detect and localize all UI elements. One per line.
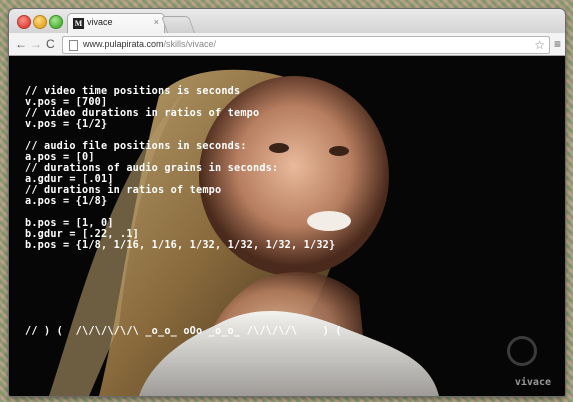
star-icon[interactable]: ☆: [534, 37, 545, 53]
code-line: b.gdur = [.22, .1]: [25, 229, 140, 240]
browser-toolbar: ← → C www.pulapirata.com/skills/vivace/ …: [9, 33, 565, 56]
code-line: a.pos = {1/8}: [25, 196, 108, 207]
url-text[interactable]: www.pulapirata.com/skills/vivace/: [83, 39, 216, 49]
code-line: b.pos = [1, 0]: [25, 218, 114, 229]
reload-icon[interactable]: C: [46, 36, 55, 52]
minimize-window-button[interactable]: [33, 15, 47, 29]
arrow-right-icon[interactable]: →: [30, 36, 42, 52]
hamburger-menu-icon[interactable]: ≡: [554, 36, 561, 52]
tab-vivace[interactable]: M vivace ×: [67, 13, 165, 34]
address-bar[interactable]: www.pulapirata.com/skills/vivace/ ☆: [62, 36, 550, 54]
new-tab-button[interactable]: [160, 16, 196, 33]
tab-close-icon[interactable]: ×: [154, 17, 159, 27]
code-line: // audio file positions in seconds:: [25, 141, 247, 152]
code-line: v.pos = [700]: [25, 97, 108, 108]
maximize-window-button[interactable]: [49, 15, 63, 29]
ascii-art-line: // ) ( /\/\/\/\/\ _o_o_ oOo _o_o_ /\/\/\…: [25, 326, 342, 337]
code-line: v.pos = {1/2}: [25, 119, 108, 130]
browser-window: M vivace × ← → C www.pulapirata.com/skil…: [9, 9, 565, 396]
code-line: b.pos = {1/8, 1/16, 1/16, 1/32, 1/32, 1/…: [25, 240, 336, 251]
favicon-icon: M: [73, 18, 84, 29]
close-window-button[interactable]: [17, 15, 31, 29]
tab-title: vivace: [87, 17, 113, 27]
url-host: www.pulapirata.com: [83, 39, 164, 49]
code-line: // video time positions is seconds: [25, 86, 241, 97]
code-line: a.gdur = [.01]: [25, 174, 114, 185]
title-bar: M vivace ×: [9, 9, 565, 34]
code-line: // durations of audio grains in seconds:: [25, 163, 279, 174]
video-viewport: // video time positions is seconds v.pos…: [9, 56, 565, 396]
code-line: a.pos = [0]: [25, 152, 95, 163]
code-line: // durations in ratios of tempo: [25, 185, 222, 196]
tv-logo-icon: [507, 336, 537, 366]
url-path: /skills/vivace/: [163, 39, 217, 49]
page-icon: [69, 40, 78, 51]
watermark-label: vivace: [514, 377, 551, 388]
arrow-left-icon[interactable]: ←: [15, 36, 27, 52]
code-line: // video durations in ratios of tempo: [25, 108, 260, 119]
